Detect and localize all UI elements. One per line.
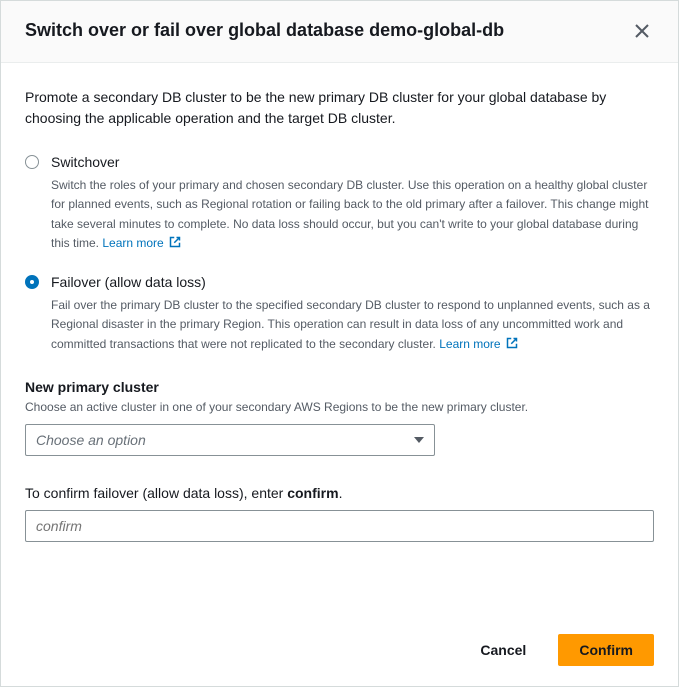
external-link-icon — [169, 235, 181, 253]
option-failover[interactable]: Failover (allow data loss) Fail over the… — [25, 273, 654, 354]
dialog-title: Switch over or fail over global database… — [25, 19, 630, 42]
switchover-learn-more-link[interactable]: Learn more — [102, 236, 181, 250]
confirm-prompt: To confirm failover (allow data loss), e… — [25, 484, 654, 504]
radio-switchover[interactable] — [25, 155, 41, 171]
radio-checked-icon — [25, 275, 39, 289]
dialog-header: Switch over or fail over global database… — [1, 1, 678, 63]
switchover-label: Switchover — [51, 153, 654, 173]
primary-cluster-help: Choose an active cluster in one of your … — [25, 399, 654, 416]
intro-text: Promote a secondary DB cluster to be the… — [25, 87, 654, 129]
dialog-body: Promote a secondary DB cluster to be the… — [1, 63, 678, 618]
radio-failover[interactable] — [25, 275, 41, 291]
cancel-button[interactable]: Cancel — [460, 634, 546, 666]
close-button[interactable] — [630, 19, 654, 46]
failover-dialog: Switch over or fail over global database… — [0, 0, 679, 687]
primary-cluster-label: New primary cluster — [25, 378, 654, 398]
confirm-button[interactable]: Confirm — [558, 634, 654, 666]
confirm-input[interactable] — [25, 510, 654, 542]
primary-cluster-select[interactable]: Choose an option — [25, 424, 435, 456]
switchover-description: Switch the roles of your primary and cho… — [51, 178, 648, 251]
radio-unchecked-icon — [25, 155, 39, 169]
option-switchover[interactable]: Switchover Switch the roles of your prim… — [25, 153, 654, 253]
close-icon — [634, 23, 650, 42]
external-link-icon — [506, 336, 518, 354]
dialog-footer: Cancel Confirm — [1, 618, 678, 686]
primary-cluster-field: New primary cluster Choose an active clu… — [25, 378, 654, 456]
failover-label: Failover (allow data loss) — [51, 273, 654, 293]
failover-description: Fail over the primary DB cluster to the … — [51, 298, 650, 351]
primary-cluster-select-wrap: Choose an option — [25, 424, 435, 456]
failover-learn-more-link[interactable]: Learn more — [439, 337, 518, 351]
